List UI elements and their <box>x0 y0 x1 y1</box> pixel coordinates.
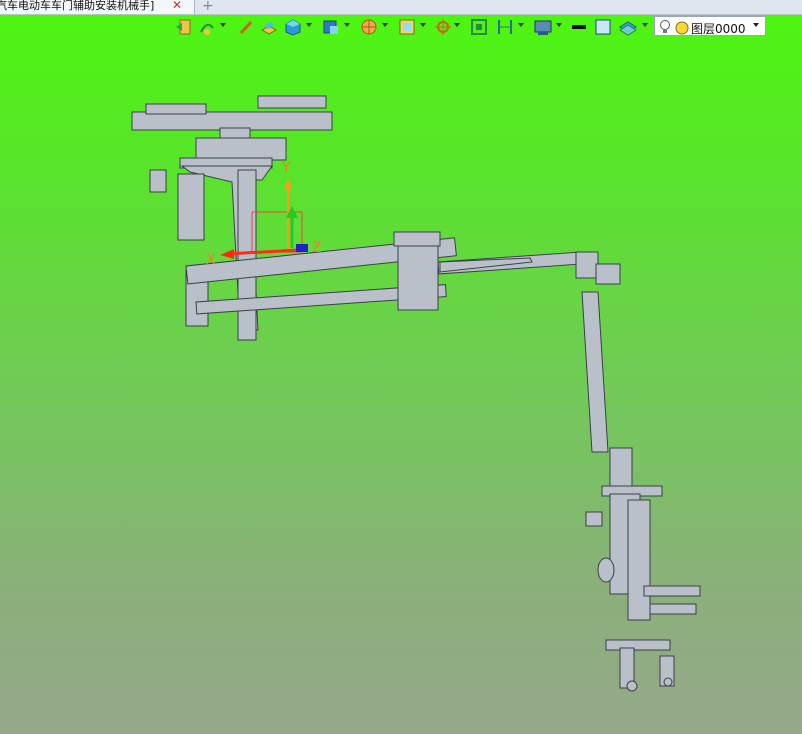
lightbulb-icon[interactable] <box>659 19 671 39</box>
display-icon[interactable] <box>534 18 552 38</box>
chevron-down-icon[interactable] <box>753 23 759 27</box>
layer-color-icon <box>675 20 689 39</box>
axis-label-x: X <box>206 252 216 268</box>
new-tab-button[interactable]: + <box>202 0 214 14</box>
crosshair-icon[interactable] <box>434 18 452 38</box>
toolbar: 图层0000 <box>168 14 798 42</box>
fill-color-icon[interactable] <box>594 18 612 38</box>
frame-icon[interactable] <box>398 18 416 38</box>
axis-label-z: Z <box>312 240 322 256</box>
extrude-icon[interactable] <box>260 18 278 38</box>
wheel-icon[interactable] <box>360 18 378 38</box>
document-tab-title: 汽车电动车车门辅助安装机械手] <box>0 0 155 12</box>
close-icon[interactable]: ✕ <box>172 0 182 11</box>
layer-stack-icon[interactable] <box>618 18 638 38</box>
line-color-icon[interactable] <box>570 18 588 38</box>
axis-label-y: Y <box>281 160 291 176</box>
fit-view-icon[interactable] <box>470 18 488 38</box>
layer-name: 图层0000 <box>691 22 746 36</box>
layer-dropdown[interactable]: 图层0000 <box>654 16 766 36</box>
sketch-icon[interactable] <box>198 18 216 38</box>
dimension-icon[interactable] <box>496 18 514 38</box>
pencil-icon[interactable] <box>238 18 254 38</box>
view-cube-icon[interactable] <box>322 18 340 38</box>
3d-viewport[interactable]: X Y Z 汽车电动车车门辅助安装机械手] ✕ + 图层0000 <box>0 0 802 734</box>
exit-icon[interactable] <box>176 18 192 38</box>
document-tab[interactable]: 汽车电动车车门辅助安装机械手] ✕ <box>0 0 195 14</box>
cube-icon[interactable] <box>284 18 302 38</box>
tab-bar: 汽车电动车车门辅助安装机械手] ✕ + <box>0 0 802 15</box>
robot-arm-model[interactable]: X Y Z <box>0 0 802 734</box>
